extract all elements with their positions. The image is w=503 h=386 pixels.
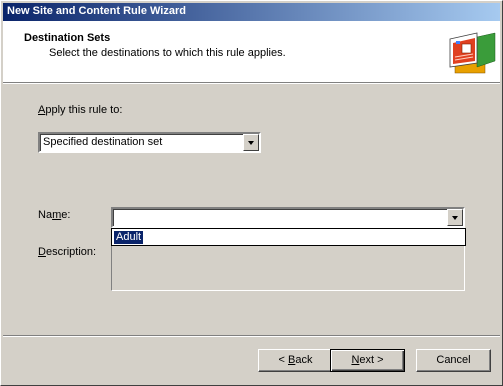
description-label: Description: bbox=[38, 246, 97, 258]
back-button[interactable]: < Back bbox=[258, 349, 333, 372]
title-bar[interactable]: New Site and Content Rule Wizard bbox=[3, 3, 500, 21]
page-title: Destination Sets bbox=[24, 32, 111, 44]
name-dropdown-list: Adult bbox=[111, 228, 466, 246]
apply-rule-value: Specified destination set bbox=[43, 136, 163, 148]
wizard-web-pages-icon bbox=[449, 32, 496, 74]
page-subtitle: Select the destinations to which this ru… bbox=[49, 47, 286, 59]
apply-rule-select[interactable]: Specified destination set bbox=[38, 132, 261, 153]
apply-rule-label: Apply this rule to: bbox=[38, 104, 123, 116]
wizard-window: New Site and Content Rule Wizard Destina… bbox=[0, 0, 503, 386]
chevron-down-icon[interactable] bbox=[447, 209, 463, 226]
wizard-header: Destination Sets Select the destinations… bbox=[3, 21, 500, 83]
name-label: Name: bbox=[38, 209, 71, 221]
name-select[interactable] bbox=[111, 207, 465, 228]
chevron-down-icon[interactable] bbox=[243, 134, 259, 151]
footer-divider-highlight bbox=[3, 336, 500, 337]
header-divider bbox=[3, 83, 500, 84]
window-title: New Site and Content Rule Wizard bbox=[7, 5, 186, 17]
cancel-button[interactable]: Cancel bbox=[416, 349, 491, 372]
next-button[interactable]: Next > bbox=[330, 349, 405, 372]
dropdown-option-adult[interactable]: Adult bbox=[112, 230, 145, 245]
